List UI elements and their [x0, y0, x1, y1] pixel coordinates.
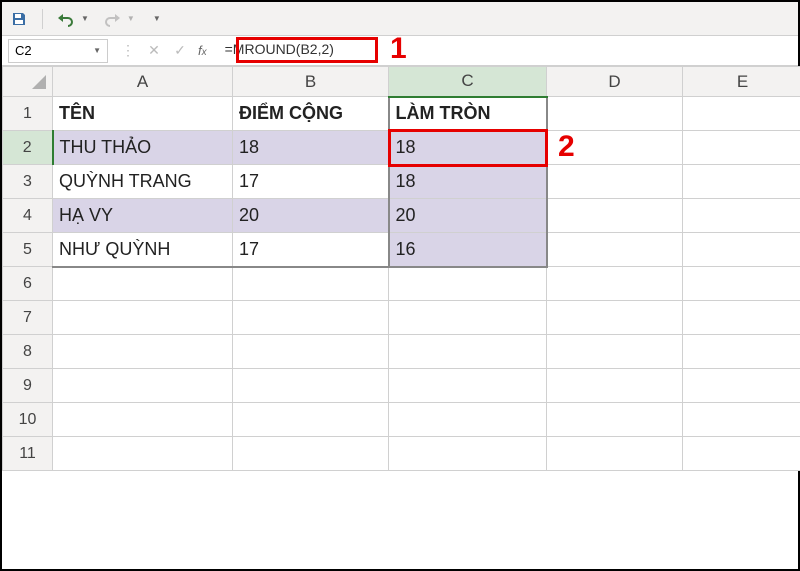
fx-icon[interactable]: fx	[198, 43, 207, 58]
cell-A8[interactable]	[53, 335, 233, 369]
cell-B6[interactable]	[233, 267, 389, 301]
redo-dropdown-icon[interactable]: ▼	[127, 14, 135, 23]
row-header-8[interactable]: 8	[3, 335, 53, 369]
row-header-6[interactable]: 6	[3, 267, 53, 301]
row-header-11[interactable]: 11	[3, 437, 53, 471]
cell-A1[interactable]: TÊN	[53, 97, 233, 131]
cell-A5[interactable]: NHƯ QUỲNH	[53, 233, 233, 267]
separator	[42, 9, 43, 29]
cell-E5[interactable]	[683, 233, 800, 267]
cell-D1[interactable]	[547, 97, 683, 131]
save-icon[interactable]	[10, 10, 28, 28]
cell-A4[interactable]: HẠ VY	[53, 199, 233, 233]
cell-E10[interactable]	[683, 403, 800, 437]
cell-B5[interactable]: 17	[233, 233, 389, 267]
cell-A11[interactable]	[53, 437, 233, 471]
cell-E2[interactable]	[683, 131, 800, 165]
cell-C6[interactable]	[389, 267, 547, 301]
row-header-1[interactable]: 1	[3, 97, 53, 131]
formula-text: =MROUND(B2,2)	[225, 41, 334, 57]
cell-B8[interactable]	[233, 335, 389, 369]
cell-B3[interactable]: 17	[233, 165, 389, 199]
cell-B2[interactable]: 18	[233, 131, 389, 165]
cell-A3[interactable]: QUỲNH TRANG	[53, 165, 233, 199]
cell-C2[interactable]: 18	[389, 131, 547, 165]
cell-A10[interactable]	[53, 403, 233, 437]
row-header-10[interactable]: 10	[3, 403, 53, 437]
cell-D11[interactable]	[547, 437, 683, 471]
cell-B1[interactable]: ĐIỂM CỘNG	[233, 97, 389, 131]
cell-E11[interactable]	[683, 437, 800, 471]
formula-bar-buttons: ⋮ ✕ ✓ fx	[120, 42, 213, 59]
col-header-D[interactable]: D	[547, 67, 683, 97]
name-box-dropdown-icon[interactable]: ▼	[93, 46, 101, 55]
col-header-C[interactable]: C	[389, 67, 547, 97]
formula-more-icon[interactable]: ⋮	[120, 42, 136, 59]
row-header-4[interactable]: 4	[3, 199, 53, 233]
cell-E6[interactable]	[683, 267, 800, 301]
cell-B4[interactable]: 20	[233, 199, 389, 233]
cell-A9[interactable]	[53, 369, 233, 403]
cell-D8[interactable]	[547, 335, 683, 369]
cell-B10[interactable]	[233, 403, 389, 437]
col-header-A[interactable]: A	[53, 67, 233, 97]
cells-table[interactable]: A B C D E 1 TÊN ĐIỂM CỘNG LÀM TRÒN 2 THU…	[2, 66, 800, 471]
cell-D4[interactable]	[547, 199, 683, 233]
cell-A2[interactable]: THU THẢO	[53, 131, 233, 165]
redo-icon[interactable]	[103, 10, 121, 28]
cell-D9[interactable]	[547, 369, 683, 403]
cell-A7[interactable]	[53, 301, 233, 335]
cell-B9[interactable]	[233, 369, 389, 403]
cell-D5[interactable]	[547, 233, 683, 267]
cell-A6[interactable]	[53, 267, 233, 301]
cell-D10[interactable]	[547, 403, 683, 437]
row-header-7[interactable]: 7	[3, 301, 53, 335]
row-header-9[interactable]: 9	[3, 369, 53, 403]
cell-C10[interactable]	[389, 403, 547, 437]
qat-customize-icon[interactable]: ▼	[153, 14, 161, 23]
cell-E3[interactable]	[683, 165, 800, 199]
cell-D3[interactable]	[547, 165, 683, 199]
undo-dropdown-icon[interactable]: ▼	[81, 14, 89, 23]
quick-access-toolbar: ▼ ▼ ▼	[2, 2, 798, 36]
select-all-corner[interactable]	[3, 67, 53, 97]
cell-E7[interactable]	[683, 301, 800, 335]
row-header-5[interactable]: 5	[3, 233, 53, 267]
undo-icon[interactable]	[57, 10, 75, 28]
row-header-3[interactable]: 3	[3, 165, 53, 199]
cell-E9[interactable]	[683, 369, 800, 403]
row-header-2[interactable]: 2	[3, 131, 53, 165]
cell-E8[interactable]	[683, 335, 800, 369]
cell-C1[interactable]: LÀM TRÒN	[389, 97, 547, 131]
formula-input[interactable]: =MROUND(B2,2)	[221, 39, 798, 63]
cell-D7[interactable]	[547, 301, 683, 335]
cell-C4[interactable]: 20	[389, 199, 547, 233]
cell-B11[interactable]	[233, 437, 389, 471]
cell-C8[interactable]	[389, 335, 547, 369]
cell-C11[interactable]	[389, 437, 547, 471]
col-header-E[interactable]: E	[683, 67, 800, 97]
cell-D6[interactable]	[547, 267, 683, 301]
name-box[interactable]: C2 ▼	[8, 39, 108, 63]
annotation-1: 1	[390, 32, 407, 66]
cell-E4[interactable]	[683, 199, 800, 233]
col-header-B[interactable]: B	[233, 67, 389, 97]
cell-E1[interactable]	[683, 97, 800, 131]
cancel-icon[interactable]: ✕	[146, 42, 162, 59]
cell-B7[interactable]	[233, 301, 389, 335]
cell-C7[interactable]	[389, 301, 547, 335]
cell-C3[interactable]: 18	[389, 165, 547, 199]
enter-icon[interactable]: ✓	[172, 42, 188, 59]
cell-C5[interactable]: 16	[389, 233, 547, 267]
annotation-2: 2	[558, 130, 575, 164]
cell-C9[interactable]	[389, 369, 547, 403]
spreadsheet-grid: A B C D E 1 TÊN ĐIỂM CỘNG LÀM TRÒN 2 THU…	[2, 66, 798, 471]
name-box-value: C2	[15, 43, 32, 58]
formula-bar: C2 ▼ ⋮ ✕ ✓ fx =MROUND(B2,2) 1	[2, 36, 798, 66]
